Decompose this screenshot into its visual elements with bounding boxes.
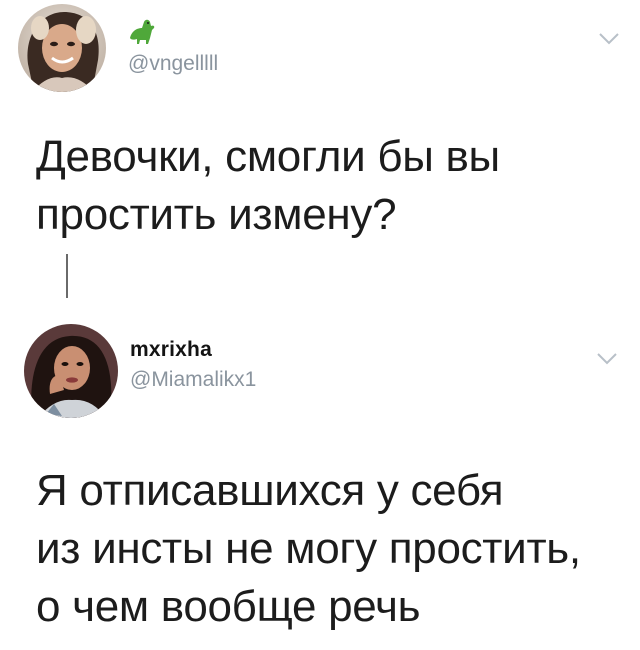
avatar[interactable]: [24, 324, 118, 418]
handle[interactable]: @vngelllll: [128, 52, 218, 76]
chevron-down-icon[interactable]: [596, 352, 618, 366]
tweet-text-line: о чем вообще речь: [36, 582, 421, 631]
tweet-text-line: Девочки, смогли бы вы: [36, 132, 500, 181]
handle[interactable]: @Miamalikx1: [130, 368, 256, 392]
avatar-photo: [18, 4, 106, 92]
tweet-text-line: простить измену?: [36, 190, 397, 239]
tweet-reply: mxrixha @Miamalikx1 Я отписавшихся у себ…: [0, 310, 640, 650]
avatar-photo: [24, 324, 118, 418]
tweet-text: Девочки, смогли бы вы простить измену?: [36, 128, 596, 244]
tweet-text: Я отписавшихся у себя из инсты не могу п…: [36, 462, 636, 636]
dinosaur-emoji-icon: [126, 16, 160, 46]
tweet-original: @vngelllll Девочки, смогли бы вы простит…: [0, 0, 640, 300]
thread-connector: [66, 254, 68, 298]
tweet-text-line: из инсты не могу простить,: [36, 524, 581, 573]
tweet-text-line: Я отписавшихся у себя: [36, 466, 504, 515]
display-name[interactable]: mxrixha: [130, 338, 212, 362]
chevron-down-icon[interactable]: [598, 32, 620, 46]
avatar[interactable]: [18, 4, 106, 92]
